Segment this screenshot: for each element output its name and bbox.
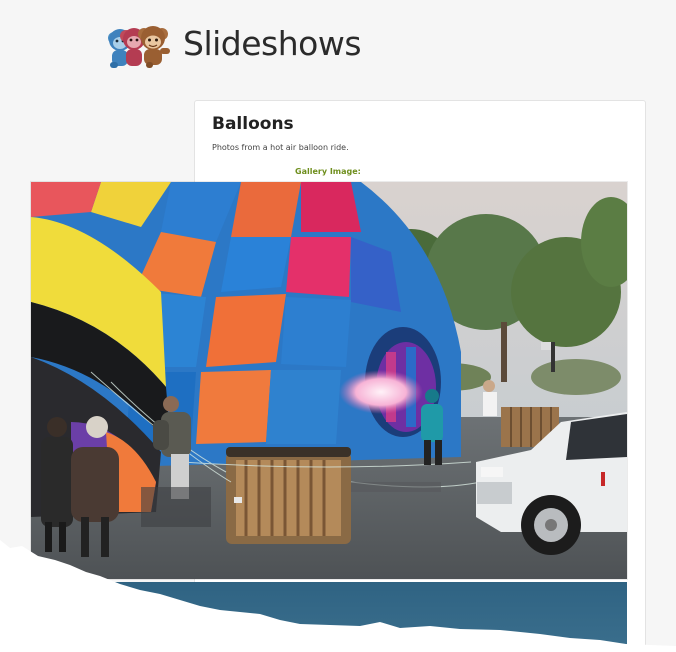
- site-title[interactable]: Slideshows: [183, 24, 362, 63]
- monkeys-logo-icon[interactable]: [100, 18, 176, 72]
- next-gallery-image[interactable]: [31, 582, 627, 652]
- gallery-description: Photos from a hot air balloon ride.: [212, 143, 349, 152]
- page: Slideshows Balloons Photos from a hot ai…: [0, 0, 676, 652]
- gallery-image-label: Gallery Image:: [295, 167, 361, 176]
- gallery-title: Balloons: [212, 114, 294, 134]
- gallery-image[interactable]: [31, 182, 627, 579]
